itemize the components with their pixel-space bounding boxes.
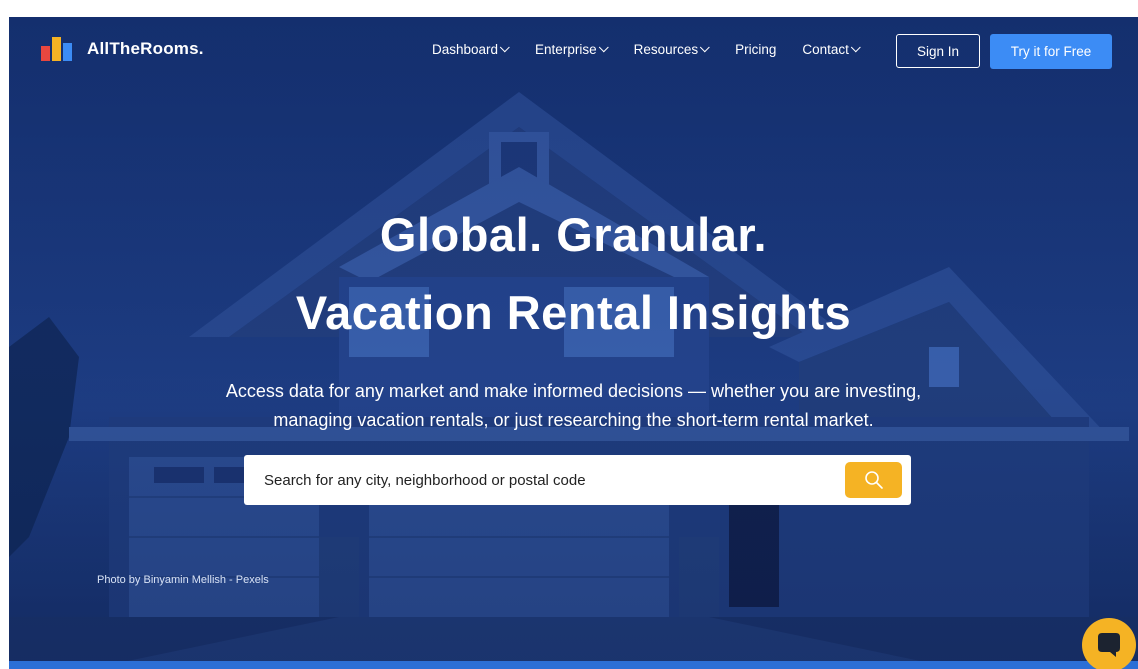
- hero-subtitle-line2: managing vacation rentals, or just resea…: [273, 410, 874, 430]
- hero-bottom-strip: [9, 661, 1138, 669]
- hero-section: AllTheRooms. Dashboard Enterprise Resour…: [9, 17, 1138, 669]
- try-free-button[interactable]: Try it for Free: [990, 34, 1112, 69]
- hero-tint-overlay: [9, 17, 1138, 669]
- nav-resources[interactable]: Resources: [634, 42, 710, 57]
- search-icon: [864, 471, 883, 489]
- nav-enterprise-label: Enterprise: [535, 42, 597, 57]
- nav-pricing-label: Pricing: [735, 42, 777, 57]
- search-button[interactable]: [845, 462, 902, 498]
- chat-icon: [1098, 633, 1120, 657]
- chevron-down-icon: [598, 42, 609, 53]
- brand-logo[interactable]: AllTheRooms.: [41, 37, 204, 61]
- chat-widget-button[interactable]: [1082, 618, 1136, 669]
- sign-in-button[interactable]: Sign In: [896, 34, 980, 68]
- chevron-down-icon: [699, 42, 710, 53]
- main-nav: Dashboard Enterprise Resources Pricing C…: [432, 42, 886, 57]
- photo-credit: Photo by Binyamin Mellish - Pexels: [97, 574, 269, 586]
- nav-dashboard-label: Dashboard: [432, 42, 499, 57]
- hero-headline-line1: Global. Granular.: [379, 208, 768, 261]
- nav-dashboard[interactable]: Dashboard: [432, 42, 510, 57]
- nav-contact-label: Contact: [802, 42, 849, 57]
- nav-pricing[interactable]: Pricing: [735, 42, 776, 57]
- nav-resources-label: Resources: [633, 42, 699, 57]
- chevron-down-icon: [499, 42, 510, 53]
- brand-name: AllTheRooms.: [87, 39, 204, 58]
- nav-enterprise[interactable]: Enterprise: [535, 42, 609, 57]
- chevron-down-icon: [850, 42, 861, 53]
- logo-bars-icon: [41, 37, 77, 61]
- hero-subtitle-line1: Access data for any market and make info…: [225, 381, 922, 401]
- nav-contact[interactable]: Contact: [802, 42, 861, 57]
- location-search-bar: [244, 455, 911, 505]
- location-search-input[interactable]: [244, 455, 834, 505]
- hero-headline-line2: Vacation Rental Insights: [295, 286, 852, 339]
